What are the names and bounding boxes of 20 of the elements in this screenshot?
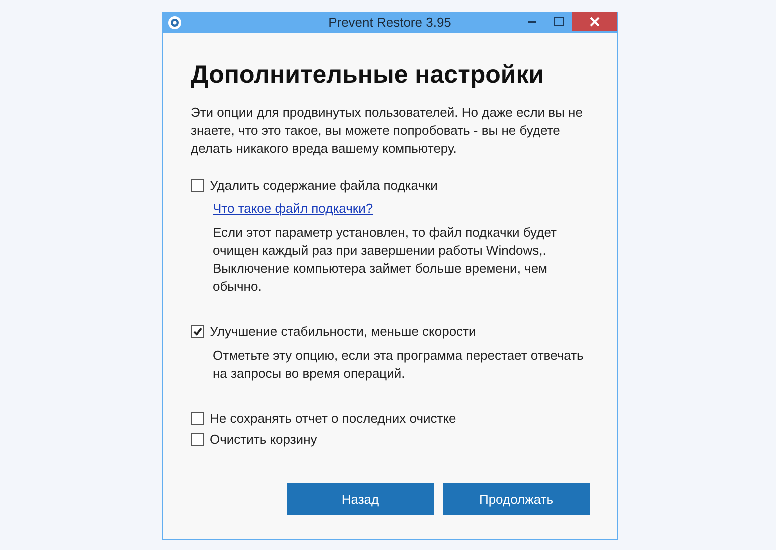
checkbox[interactable] xyxy=(191,325,204,338)
help-link[interactable]: Что такое файл подкачки? xyxy=(213,201,374,216)
intro-text: Эти опции для продвинутых пользователей. Но даже если вы не знаете, что это такое, вы можете попробовать - вы не будете делать никакого вреда вашему компьютеру. xyxy=(191,104,584,158)
close-button[interactable] xyxy=(572,12,617,31)
checkbox[interactable] xyxy=(191,179,204,192)
nav-button[interactable]: Назад xyxy=(287,483,434,515)
app-logo-icon xyxy=(168,16,182,30)
maximize-icon xyxy=(554,16,564,26)
option-checkbox[interactable]: Очистить корзину xyxy=(191,432,318,447)
checkbox[interactable] xyxy=(191,412,204,425)
option-description: Отметьте эту опцию, если эта программа перестает отвечать на запросы во время операций. xyxy=(213,347,585,383)
close-icon xyxy=(590,16,600,26)
page-heading: Дополнительные настройки xyxy=(191,61,546,90)
checkbox[interactable] xyxy=(191,433,204,446)
option-label: Очистить корзину xyxy=(210,432,318,447)
option-description: Если этот параметр установлен, то файл подкачки будет очищен каждый раз при завершении работы Windows,. Выключение компьютера займет больше времени, чем обычно. xyxy=(213,224,558,296)
nav-button[interactable]: Продолжать xyxy=(443,483,590,515)
minimize-icon xyxy=(528,20,536,22)
window-title: Prevent Restore 3.95 xyxy=(328,15,452,30)
checkmark-icon xyxy=(192,326,202,336)
